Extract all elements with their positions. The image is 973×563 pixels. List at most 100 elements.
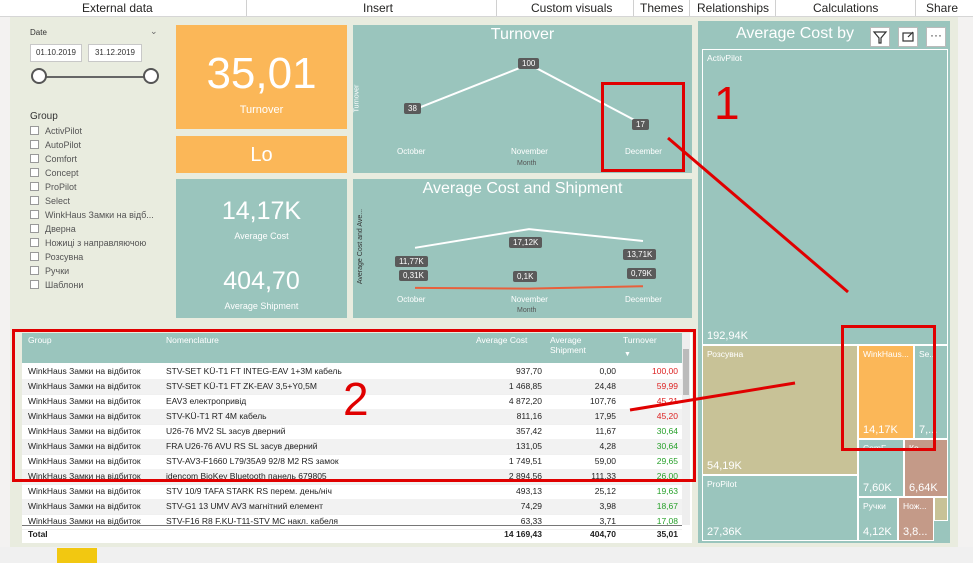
ribbon-external-data[interactable]: External data [82, 1, 153, 15]
acs-chart-xlabel: Month [517, 307, 537, 314]
checkbox-icon[interactable] [30, 238, 39, 247]
avg-cost-shipment-chart[interactable]: Average Cost and Shipment Average Cost a… [353, 179, 692, 318]
group-slicer-item[interactable]: Comfort [30, 152, 170, 166]
treemap-cell-name: ActivPilot [707, 53, 742, 63]
checkbox-icon[interactable] [30, 252, 39, 261]
ribbon-separator [915, 0, 916, 16]
checkbox-icon[interactable] [30, 168, 39, 177]
group-slicer-item[interactable]: ActivPilot [30, 124, 170, 138]
cell-average-shipment: 25,12 [594, 486, 616, 496]
turnover-card-label: Turnover [239, 104, 284, 116]
ribbon-separator [246, 0, 247, 16]
filter-icon[interactable] [870, 27, 890, 47]
page-tabs-bar [0, 547, 973, 563]
ribbon-separator [689, 0, 690, 16]
checkbox-icon[interactable] [30, 210, 39, 219]
date-from-input[interactable]: 01.10.2019 [30, 44, 82, 62]
checkbox-icon[interactable] [30, 266, 39, 275]
group-slicer-item-label: Comfort [45, 154, 78, 164]
group-slicer-list: ActivPilot AutoPilot Comfort Concept ProPilo… [30, 124, 170, 292]
avg-shipment-data-label: 0,1K [513, 270, 538, 282]
avg-cost-data-label: 11,77K [395, 255, 428, 267]
more-options-icon[interactable]: ··· [926, 27, 946, 47]
lo-card[interactable]: Lo [176, 136, 347, 173]
ribbon-relationships[interactable]: Relationships [697, 1, 769, 15]
checkbox-icon[interactable] [30, 280, 39, 289]
group-slicer-item[interactable]: Ножиці з направляючою [30, 236, 170, 250]
date-slider-track [38, 76, 152, 78]
acs-x-tick: November [511, 295, 548, 304]
treemap-cell-small[interactable] [934, 497, 948, 521]
group-slicer-item-label: Шаблони [45, 280, 84, 290]
ribbon-calculations[interactable]: Calculations [813, 1, 878, 15]
treemap-cell-name: Розсувна [707, 349, 744, 359]
treemap-cell-nozhytsi[interactable]: Нож... 3,8... [898, 497, 934, 541]
avg-cost-shipment-card[interactable]: 14,17K Average Cost 404,70 Average Shipm… [176, 179, 347, 318]
turnover-x-tick: October [397, 147, 426, 156]
treemap-cell-value: 7,60K [863, 482, 892, 494]
group-slicer-item[interactable]: WinkHaus Замки на відб... [30, 208, 170, 222]
checkbox-icon[interactable] [30, 196, 39, 205]
group-slicer-item-label: AutoPilot [45, 140, 82, 150]
group-slicer-item-label: Ручки [45, 266, 70, 276]
turnover-data-label: 100 [518, 58, 540, 70]
total-avg-shipment: 404,70 [590, 529, 616, 539]
group-slicer-item-label: Ножиці з направляючою [45, 238, 147, 248]
page-right-strip [958, 17, 973, 563]
cell-average-cost: 493,13 [516, 486, 542, 496]
checkbox-icon[interactable] [30, 154, 39, 163]
group-slicer-item[interactable]: Select [30, 194, 170, 208]
date-slider-start-handle[interactable] [31, 68, 47, 84]
group-slicer-item[interactable]: Дверна [30, 222, 170, 236]
treemap-cell-name: ProPilot [707, 479, 737, 489]
checkbox-icon[interactable] [30, 126, 39, 135]
cell-nomenclature: STV 10/9 TAFA STARK RS перем. день/ніч [166, 486, 332, 496]
treemap-cell-propilot[interactable]: ProPilot 27,36K [702, 475, 858, 541]
checkbox-icon[interactable] [30, 182, 39, 191]
group-slicer-item[interactable]: Ручки [30, 264, 170, 278]
group-slicer-item[interactable]: Розсувна [30, 250, 170, 264]
cell-average-shipment: 3,98 [599, 501, 616, 511]
table-row[interactable]: WinkHaus Замки на відбиток STV-G1 13 UMV … [22, 499, 682, 515]
checkbox-icon[interactable] [30, 140, 39, 149]
group-slicer-item[interactable]: Шаблони [30, 278, 170, 292]
checkbox-icon[interactable] [30, 224, 39, 233]
turnover-card-value: 35,01 [206, 49, 317, 98]
total-turnover: 35,01 [656, 529, 678, 539]
ribbon-share[interactable]: Share [926, 1, 958, 15]
date-slicer-label: Date [30, 28, 47, 37]
table-total-row: Total 14 169,43 404,70 35,01 [22, 525, 682, 542]
turnover-data-label: 38 [404, 103, 421, 115]
group-slicer-item[interactable]: Concept [30, 166, 170, 180]
avg-shipment-card-label: Average Shipment [224, 301, 299, 311]
focus-mode-icon[interactable] [898, 27, 918, 47]
annotation-box-1 [601, 82, 685, 172]
lo-card-value: Lo [250, 144, 273, 166]
date-to-input[interactable]: 31.12.2019 [88, 44, 142, 62]
ribbon-themes[interactable]: Themes [640, 1, 683, 15]
treemap-cell-rozsuvna[interactable]: Розсувна 54,19K [702, 345, 858, 475]
group-slicer-item[interactable]: ProPilot [30, 180, 170, 194]
turnover-card[interactable]: 35,01 Turnover [176, 25, 347, 129]
ribbon-custom-visuals[interactable]: Custom visuals [531, 1, 612, 15]
total-avg-cost: 14 169,43 [504, 529, 542, 539]
treemap-cell-value: 27,36K [707, 526, 742, 538]
ribbon-separator [775, 0, 776, 16]
avg-cost-card-label: Average Cost [234, 231, 289, 241]
page-tab[interactable] [57, 548, 97, 563]
table-row[interactable]: WinkHaus Замки на відбиток STV 10/9 TAFA … [22, 484, 682, 500]
group-slicer-item[interactable]: AutoPilot [30, 138, 170, 152]
treemap-cell-ruchky[interactable]: Ручки 4,12K [858, 497, 898, 541]
acs-x-tick: October [397, 295, 426, 304]
chevron-down-icon[interactable]: ⌄ [150, 26, 158, 37]
date-slider-end-handle[interactable] [143, 68, 159, 84]
acs-x-tick: December [625, 295, 662, 304]
ribbon-insert[interactable]: Insert [363, 1, 393, 15]
total-label: Total [28, 529, 48, 539]
treemap-cell-value: 6,64K [909, 482, 938, 494]
annotation-number-2: 2 [343, 373, 369, 425]
treemap-cell-name: Нож... [903, 501, 927, 511]
group-slicer-item-label: Дверна [45, 224, 76, 234]
annotation-box-treemap [841, 325, 936, 451]
treemap-cell-name: Ручки [863, 501, 886, 511]
